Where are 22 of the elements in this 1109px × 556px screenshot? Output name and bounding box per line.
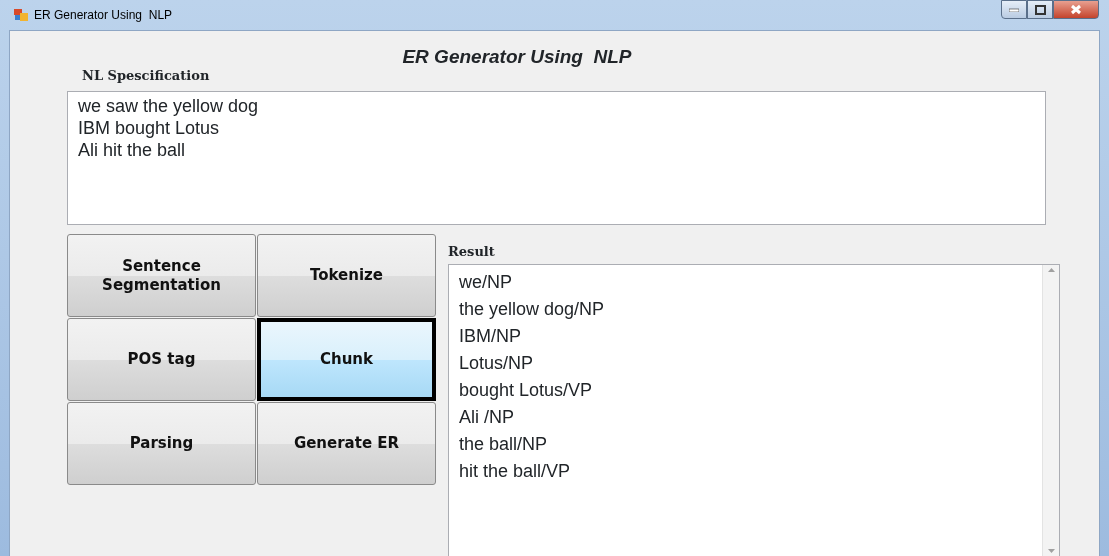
action-button[interactable]: POS tag [67,318,256,401]
window-title: ER Generator Using NLP [34,7,173,24]
minimize-button[interactable] [1001,0,1027,19]
app-icon [14,9,28,21]
close-icon [1070,4,1082,15]
action-button[interactable]: Tokenize [257,234,436,317]
action-button[interactable]: Parsing [67,402,256,485]
scroll-down-icon[interactable] [1047,549,1055,553]
scroll-up-icon[interactable] [1047,267,1055,272]
close-button[interactable] [1053,0,1099,19]
scrollbar[interactable] [1042,264,1059,556]
app-heading: ER Generator Using NLP [401,45,633,69]
field-label: Result [448,243,496,261]
output-text: we/NP the yellow dog/NP IBM/NP Lotus/NP bought Lotus/VP Ali /NP the ball/NP hit the ball/VP [458,270,606,483]
maximize-icon [1034,4,1046,15]
action-button[interactable]: Generate ER [257,402,436,485]
action-button[interactable]: Sentence Segmentation [67,234,256,317]
field-label: NL Spescification [82,66,211,85]
input-field[interactable]: we saw the yellow dog IBM bought Lotus Ali hit the ball [67,91,1046,225]
minimize-icon [1009,7,1019,12]
action-button[interactable]: Chunk [257,318,436,401]
maximize-button[interactable] [1027,0,1053,19]
